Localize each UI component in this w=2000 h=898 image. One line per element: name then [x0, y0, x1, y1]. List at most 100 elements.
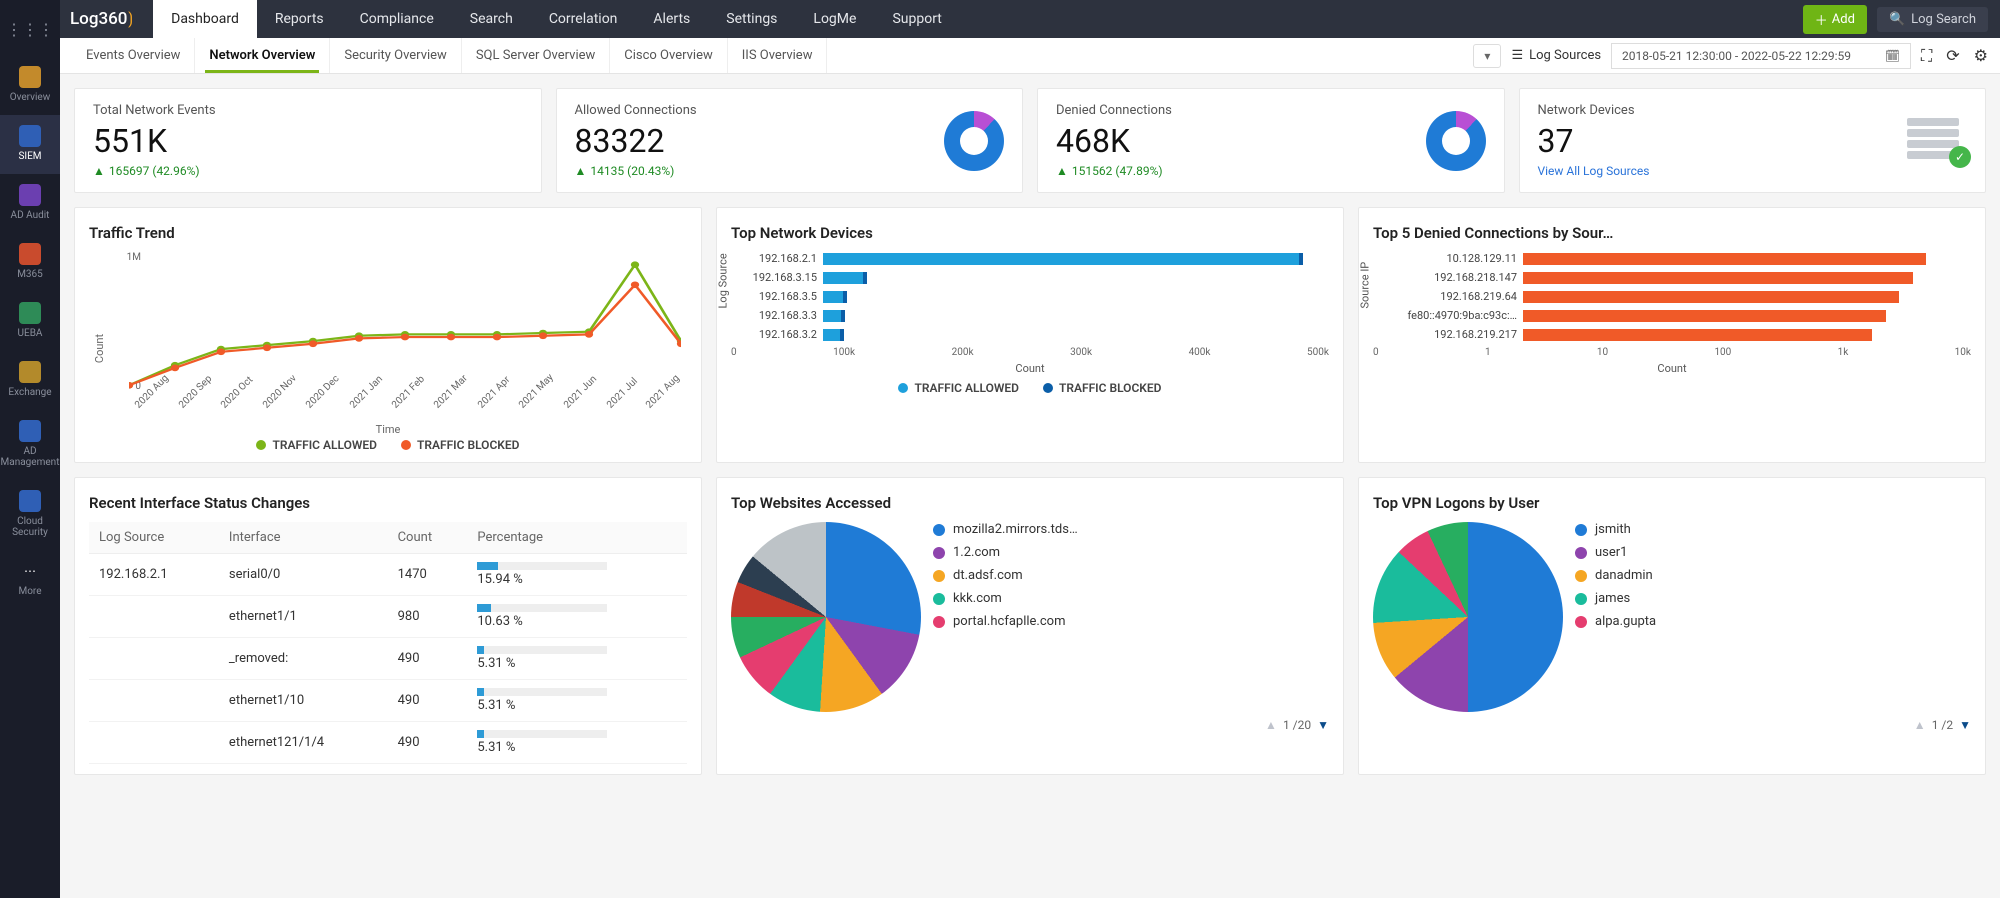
subtab-events-overview[interactable]: Events Overview: [72, 38, 195, 73]
sub-tabs: Events OverviewNetwork OverviewSecurity …: [60, 38, 2000, 74]
log-sources-label: Log Sources: [1529, 48, 1601, 63]
rail-ueba[interactable]: UEBA: [0, 292, 60, 351]
panel-title: Top 5 Denied Connections by Sour…: [1373, 224, 1971, 242]
y-axis-label: Log Source: [717, 253, 730, 308]
bar-row: 192.168.3.15: [831, 271, 1329, 284]
legend-item: portal.hcfaplle.com: [933, 614, 1078, 629]
topnav-reports[interactable]: Reports: [257, 0, 342, 38]
stat-delta: ▲ 151562 (47.89%): [1056, 164, 1172, 178]
bar-row: fe80::4970:9ba:c93c:…: [1533, 309, 1971, 322]
rail-apps[interactable]: ⋮⋮⋮: [0, 8, 60, 56]
subtab-security-overview[interactable]: Security Overview: [330, 38, 461, 73]
add-button[interactable]: ＋ Add: [1803, 5, 1867, 34]
vpn-pager[interactable]: ▲1 /2▼: [1373, 718, 1971, 732]
mail-icon: [19, 361, 41, 383]
dot-icon: [256, 440, 266, 450]
bar-row: 192.168.219.64: [1533, 290, 1971, 303]
interface-table: Log SourceInterfaceCountPercentage 192.1…: [89, 522, 687, 764]
panel-top-denied: Top 5 Denied Connections by Sour… Source…: [1358, 207, 1986, 463]
rail-m365[interactable]: M365: [0, 233, 60, 292]
log-search-label: Log Search: [1911, 12, 1976, 27]
topnav-support[interactable]: Support: [874, 0, 959, 38]
stat-value: 551K: [93, 122, 216, 160]
tree-icon: [19, 420, 41, 442]
office-icon: [19, 243, 41, 265]
panel-title: Recent Interface Status Changes: [89, 494, 687, 512]
add-button-label: Add: [1832, 12, 1855, 27]
rail-exchange[interactable]: Exchange: [0, 351, 60, 410]
panel-top-vpn: Top VPN Logons by User jsmithuser1danadm…: [1358, 477, 1986, 775]
donut-allowed: [944, 111, 1004, 171]
subtab-iis-overview[interactable]: IIS Overview: [728, 38, 828, 73]
table-row: _removed:4905.31 %: [89, 638, 687, 680]
date-range-text: 2018-05-21 12:30:00 - 2022-05-22 12:29:5…: [1622, 49, 1851, 63]
stack-icon: ☰: [1511, 48, 1523, 63]
websites-pager[interactable]: ▲1 /20▼: [731, 718, 1329, 732]
brand-arc-icon: ⟯: [127, 9, 133, 29]
date-range-picker[interactable]: 2018-05-21 12:30:00 - 2022-05-22 12:29:5…: [1611, 43, 1911, 69]
stat-value: 37: [1538, 122, 1650, 160]
shield-icon: [19, 125, 41, 147]
page-next-icon[interactable]: ▼: [1317, 718, 1329, 732]
bar-row: 192.168.3.2: [831, 328, 1329, 341]
legend-item: alpa.gupta: [1575, 614, 1656, 629]
stat-delta: ▲ 165697 (42.96%): [93, 164, 216, 178]
page-next-icon[interactable]: ▼: [1959, 718, 1971, 732]
plus-icon: ＋: [1815, 10, 1828, 29]
bar-row: 192.168.2.1: [831, 252, 1329, 265]
gear-icon[interactable]: ⚙: [1974, 46, 1988, 66]
calendar-icon: 🗓: [1885, 49, 1900, 63]
panel-traffic-trend: Traffic Trend Count 1M0 2020 Aug2020 Sep…: [74, 207, 702, 463]
rail-ad-audit[interactable]: AD Audit: [0, 174, 60, 233]
legend-item: dt.adsf.com: [933, 568, 1078, 583]
grid-icon: [19, 66, 41, 88]
log-sources-button[interactable]: ☰ Log Sources: [1511, 48, 1601, 63]
rail-cloud-security[interactable]: Cloud Security: [0, 480, 60, 550]
table-row: 192.168.2.1serial0/0147015.94 %: [89, 554, 687, 596]
topnav-settings[interactable]: Settings: [708, 0, 795, 38]
view-all-sources-link[interactable]: View All Log Sources: [1538, 164, 1650, 178]
y-axis-label: Count: [93, 334, 106, 363]
panel-interface-status: Recent Interface Status Changes Log Sour…: [74, 477, 702, 775]
table-header: Count: [388, 522, 468, 554]
rail-ad-management[interactable]: AD Management: [0, 410, 60, 480]
search-icon: 🔍: [1889, 12, 1905, 27]
table-row: ethernet121/1/44905.31 %: [89, 722, 687, 764]
bar-row: 10.128.129.11: [1533, 252, 1971, 265]
subtab-sql-server-overview[interactable]: SQL Server Overview: [462, 38, 610, 73]
panel-title: Traffic Trend: [89, 224, 687, 242]
rail-more[interactable]: ⋯More: [0, 550, 60, 609]
table-row: ethernet1/198010.63 %: [89, 596, 687, 638]
page-prev-icon[interactable]: ▲: [1914, 718, 1926, 732]
top-denied-chart: 10.128.129.11192.168.218.147192.168.219.…: [1533, 252, 1971, 341]
traffic-trend-chart: Count 1M0 2020 Aug2020 Sep2020 Oct2020 N…: [89, 252, 687, 432]
stat-label: Allowed Connections: [575, 103, 697, 118]
subtab-network-overview[interactable]: Network Overview: [195, 38, 330, 73]
topnav-alerts[interactable]: Alerts: [635, 0, 708, 38]
grid-icon: ⋮⋮⋮: [19, 18, 41, 40]
refresh-icon[interactable]: ⟳: [1946, 46, 1959, 66]
dot-icon: [1043, 383, 1053, 393]
magnifier-icon: [19, 184, 41, 206]
dot-icon: [401, 440, 411, 450]
subtab-cisco-overview[interactable]: Cisco Overview: [610, 38, 727, 73]
table-row: ethernet1/104905.31 %: [89, 680, 687, 722]
topnav-compliance[interactable]: Compliance: [342, 0, 452, 38]
rail-siem[interactable]: SIEM: [0, 115, 60, 174]
page-prev-icon[interactable]: ▲: [1265, 718, 1277, 732]
stat-value: 83322: [575, 122, 697, 160]
topnav-search[interactable]: Search: [452, 0, 531, 38]
legend-item: jsmith: [1575, 522, 1656, 537]
fullscreen-icon[interactable]: ⛶: [1921, 46, 1932, 66]
subtab-more-dropdown[interactable]: ▾: [1473, 44, 1501, 68]
stat-delta: ▲ 14135 (20.43%): [575, 164, 697, 178]
stat-label: Total Network Events: [93, 103, 216, 118]
rail-overview[interactable]: Overview: [0, 56, 60, 115]
log-search-button[interactable]: 🔍 Log Search: [1877, 7, 1988, 32]
stat-denied: Denied Connections 468K ▲ 151562 (47.89%…: [1037, 88, 1505, 193]
topnav-dashboard[interactable]: Dashboard: [153, 0, 257, 38]
stat-devices: Network Devices 37 View All Log Sources …: [1519, 88, 1987, 193]
topnav-correlation[interactable]: Correlation: [531, 0, 636, 38]
topnav-logme[interactable]: LogMe: [795, 0, 874, 38]
sub-tabs-list: Events OverviewNetwork OverviewSecurity …: [72, 38, 827, 73]
